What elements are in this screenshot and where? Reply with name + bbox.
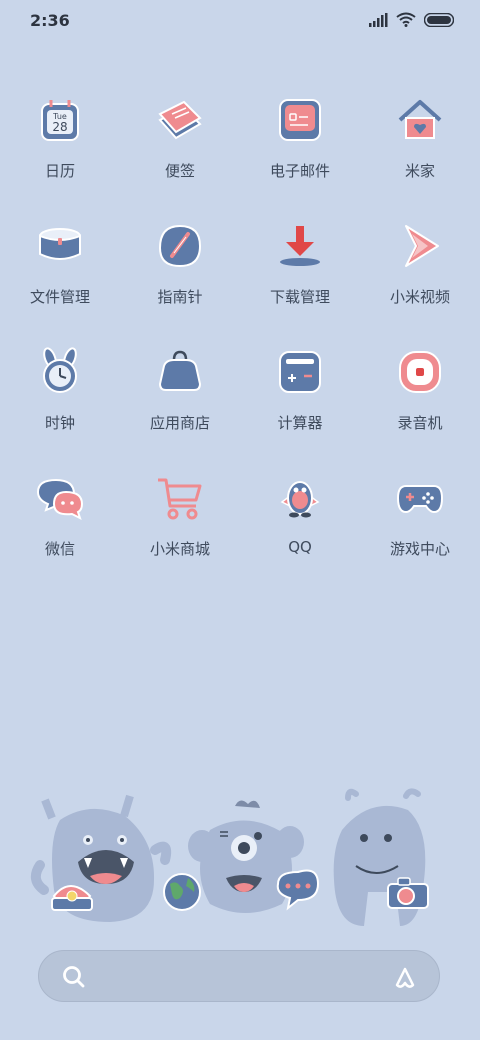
app-label: 时钟 [44,414,75,432]
game-center-icon [396,485,444,514]
app-row: 文件管理 指南针 下载管理 小米视频 [0,212,480,338]
messages-icon[interactable] [276,869,320,911]
app-mi-home[interactable]: 米家 [360,86,480,212]
email-icon [279,99,321,141]
signal-icon [369,12,388,27]
app-label: 录音机 [397,414,443,432]
app-store-icon [158,350,202,391]
app-wechat[interactable]: 微信 [0,464,120,590]
app-recorder[interactable]: 录音机 [360,338,480,464]
app-grid: Tue 28 日历 便签 电子邮件 米家 文件管理 指南针 下载管理 小米视频 … [0,86,480,590]
wechat-icon [36,478,84,520]
app-label: 便签 [164,162,195,180]
mi-home-icon [398,100,442,139]
app-label: 小米视频 [389,288,450,306]
status-time: 2:36 [30,11,70,30]
app-file-manager[interactable]: 文件管理 [0,212,120,338]
status-bar: 2:36 [0,0,480,42]
app-label: 计算器 [277,414,323,432]
app-video[interactable]: 小米视频 [360,212,480,338]
app-calculator[interactable]: 计算器 [240,338,360,464]
app-row: Tue 28 日历 便签 电子邮件 米家 [0,86,480,212]
calendar-date: 28 [52,120,67,134]
dock-monsters [30,788,429,926]
qq-icon [280,481,320,518]
app-row: 时钟 应用商店 计算器 录音机 [0,338,480,464]
app-email[interactable]: 电子邮件 [240,86,360,212]
app-compass[interactable]: 指南针 [120,212,240,338]
clock-icon [43,347,77,393]
wifi-icon [396,12,416,27]
app-download[interactable]: 下载管理 [240,212,360,338]
app-label: 米家 [404,162,435,180]
voice-assistant-icon[interactable] [391,963,419,991]
app-clock[interactable]: 时钟 [0,338,120,464]
calculator-icon [279,351,321,393]
search-icon[interactable] [61,964,87,990]
calendar-icon: Tue 28 [41,100,79,141]
battery-icon [424,12,454,27]
app-label: 下载管理 [269,288,330,306]
app-label: 应用商店 [149,414,210,432]
app-label: 小米商城 [149,540,210,558]
search-bar[interactable] [38,950,440,1002]
video-icon [405,225,439,267]
app-label: 电子邮件 [269,162,330,180]
app-label: 文件管理 [29,288,90,306]
app-row: 微信 小米商城 QQ 游戏中心 [0,464,480,590]
app-game-center[interactable]: 游戏中心 [360,464,480,590]
app-store[interactable]: 应用商店 [120,338,240,464]
app-qq[interactable]: QQ [240,464,360,590]
app-label: 日历 [44,162,75,180]
app-mi-store[interactable]: 小米商城 [120,464,240,590]
app-label: 游戏中心 [389,540,450,558]
app-label: 微信 [44,540,75,558]
file-manager-icon [39,228,81,260]
app-notes[interactable]: 便签 [120,86,240,212]
download-icon [280,226,320,266]
mi-store-icon [158,478,202,520]
compass-icon [158,224,202,268]
app-label: 指南针 [157,288,203,306]
app-label: QQ [288,538,312,556]
notes-icon [158,100,202,140]
recorder-icon [399,351,441,393]
browser-icon[interactable] [163,873,201,911]
app-calendar[interactable]: Tue 28 日历 [0,86,120,212]
